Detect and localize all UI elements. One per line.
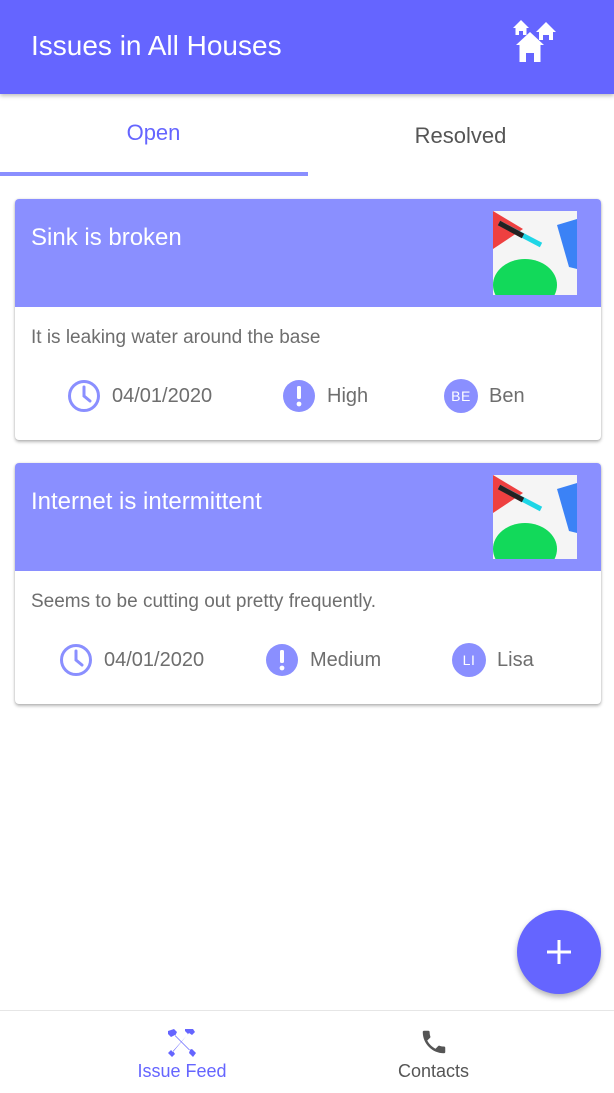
assignee-name: Lisa bbox=[497, 648, 534, 671]
nav-contacts-label: Contacts bbox=[397, 1061, 470, 1081]
app-root: Issues in All Houses Open Resolved Sink … bbox=[0, 0, 614, 1093]
issue-title: Internet is intermittent bbox=[31, 488, 262, 515]
issue-priority-text: High bbox=[327, 384, 369, 407]
priority-icon bbox=[265, 643, 299, 677]
tab-open[interactable]: Open bbox=[0, 94, 307, 178]
clock-icon bbox=[67, 379, 101, 413]
page-title: Issues in All Houses bbox=[31, 30, 282, 61]
issue-description: Seems to be cutting out pretty frequentl… bbox=[31, 591, 377, 612]
nav-contacts[interactable]: Contacts bbox=[280, 1011, 587, 1093]
issue-placeholder-image bbox=[493, 475, 577, 559]
issue-image[interactable] bbox=[493, 211, 577, 295]
issue-placeholder-image bbox=[493, 211, 577, 295]
tab-bar: Open Resolved bbox=[0, 94, 614, 178]
priority-icon bbox=[282, 379, 316, 413]
issue-date-text: 04/01/2020 bbox=[112, 384, 213, 407]
avatar: LI bbox=[452, 643, 486, 677]
issue-date-text: 04/01/2020 bbox=[104, 648, 205, 671]
phone-icon bbox=[422, 1030, 446, 1054]
houses-button[interactable] bbox=[504, 12, 566, 74]
add-issue-button[interactable] bbox=[517, 910, 601, 994]
plus-icon bbox=[547, 940, 571, 964]
issue-date: 04/01/2020 bbox=[67, 379, 212, 413]
issue-priority: High bbox=[282, 379, 368, 413]
houses-icon bbox=[513, 20, 556, 62]
issue-title: Sink is broken bbox=[31, 224, 182, 251]
avatar: BE bbox=[444, 379, 478, 413]
issue-image[interactable] bbox=[493, 475, 577, 559]
clock-icon bbox=[59, 643, 93, 677]
issue-date: 04/01/2020 bbox=[59, 643, 204, 677]
tab-resolved[interactable]: Resolved bbox=[307, 94, 614, 178]
issue-description: It is leaking water around the base bbox=[31, 327, 321, 348]
app-bar: Issues in All Houses bbox=[0, 0, 614, 94]
issue-assignee: BE Ben bbox=[444, 379, 525, 413]
issue-priority-text: Medium bbox=[310, 648, 382, 671]
assignee-name: Ben bbox=[489, 384, 525, 407]
issue-card-header: Sink is broken bbox=[15, 199, 601, 307]
issue-card[interactable]: Sink is broken It is leaking water aroun… bbox=[15, 199, 601, 440]
bottom-navigation: Issue Feed Contacts bbox=[0, 1010, 614, 1093]
tools-icon bbox=[168, 1029, 196, 1057]
issue-assignee: LI Lisa bbox=[452, 643, 534, 677]
issue-priority: Medium bbox=[265, 643, 381, 677]
issue-card-header: Internet is intermittent bbox=[15, 463, 601, 571]
issue-card[interactable]: Internet is intermittent Seems to be cut… bbox=[15, 463, 601, 704]
tab-indicator bbox=[0, 172, 308, 176]
